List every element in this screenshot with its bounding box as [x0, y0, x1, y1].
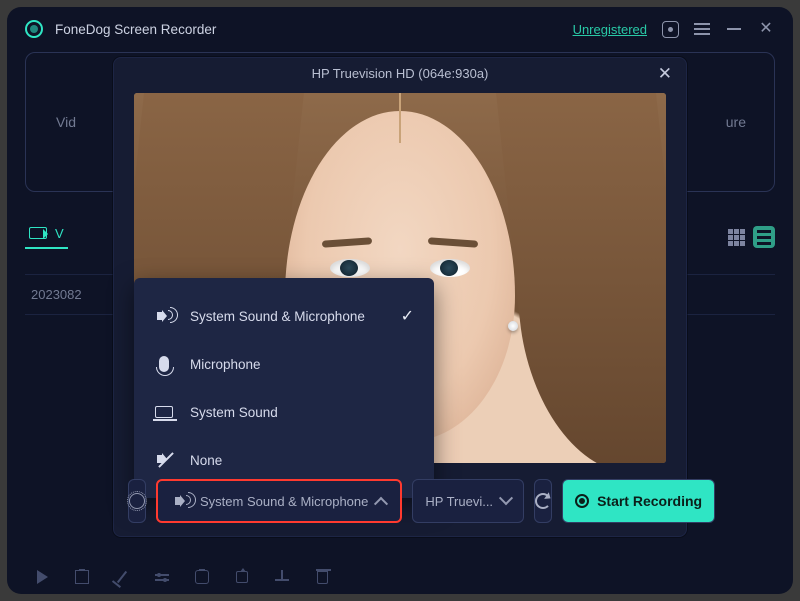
modal-controls: System Sound & Microphone HP Truevi... S… [128, 478, 672, 524]
bottom-toolbar [33, 568, 331, 586]
modal-close-icon[interactable]: ✕ [658, 64, 672, 84]
view-grid-button[interactable] [725, 226, 747, 248]
edit-icon[interactable] [113, 568, 131, 586]
audio-source-dropdown[interactable]: System Sound & Microphone [156, 479, 402, 523]
titlebar-actions: Unregistered ✕ [573, 20, 775, 38]
reset-button[interactable] [534, 479, 552, 523]
record-icon [575, 494, 589, 508]
device-dropdown[interactable]: HP Truevi... [412, 479, 524, 523]
tab-video[interactable]: V [25, 226, 68, 249]
webcam-modal: HP Truevision HD (064e:930a) ✕ [113, 57, 687, 537]
unregistered-link[interactable]: Unregistered [573, 22, 647, 37]
view-list-button[interactable] [753, 226, 775, 248]
gear-icon [129, 493, 145, 509]
add-icon[interactable] [273, 568, 291, 586]
audio-option-system-and-mic[interactable]: System Sound & Microphone ✓ [134, 292, 434, 340]
audio-option-none[interactable]: None [134, 436, 434, 484]
mute-icon [154, 450, 174, 470]
audio-source-menu: System Sound & Microphone ✓ Microphone S… [134, 278, 434, 498]
microphone-icon [154, 354, 174, 374]
recording-filename: 2023082 [31, 287, 82, 302]
modal-settings-button[interactable] [128, 479, 146, 523]
start-recording-button[interactable]: Start Recording [562, 479, 715, 523]
export-icon[interactable] [233, 568, 251, 586]
check-icon: ✓ [401, 306, 414, 326]
redo-icon [535, 493, 551, 509]
laptop-icon [154, 402, 174, 422]
menu-icon[interactable] [693, 20, 711, 38]
chevron-down-icon [499, 491, 513, 505]
app-window: FoneDog Screen Recorder Unregistered ✕ V… [7, 7, 793, 594]
play-icon[interactable] [33, 568, 51, 586]
chevron-up-icon [374, 497, 388, 511]
audio-option-mic[interactable]: Microphone [134, 340, 434, 388]
settings-icon[interactable] [661, 20, 679, 38]
close-icon[interactable]: ✕ [757, 20, 775, 38]
audio-option-system[interactable]: System Sound [134, 388, 434, 436]
adjust-icon[interactable] [153, 568, 171, 586]
minimize-icon[interactable] [725, 20, 743, 38]
camera-icon [29, 227, 47, 239]
folder-icon[interactable] [73, 568, 91, 586]
app-logo-icon [25, 20, 43, 38]
speaker-icon [172, 491, 192, 511]
titlebar: FoneDog Screen Recorder Unregistered ✕ [7, 7, 793, 47]
app-title: FoneDog Screen Recorder [55, 22, 216, 37]
compress-icon[interactable] [193, 568, 211, 586]
trash-icon[interactable] [313, 568, 331, 586]
tab-video-label: V [55, 226, 64, 241]
modal-title: HP Truevision HD (064e:930a) ✕ [114, 58, 686, 89]
speaker-icon [154, 306, 174, 326]
